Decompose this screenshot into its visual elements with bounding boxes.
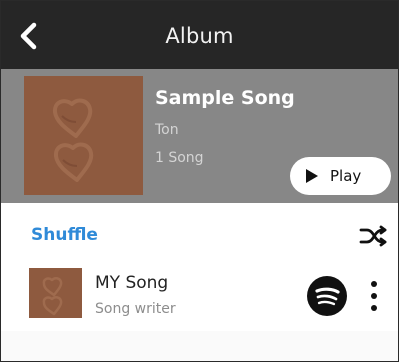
song-list-item[interactable]: MY Song Song writer — [1, 255, 398, 331]
album-song-count: 1 Song — [155, 150, 204, 166]
song-thumbnail — [29, 268, 82, 318]
spotify-icon[interactable] — [307, 276, 347, 316]
album-cover-art — [24, 76, 143, 195]
album-artist: Ton — [155, 122, 179, 138]
song-title: MY Song — [95, 273, 169, 293]
shuffle-button[interactable]: Shuffle — [31, 225, 98, 245]
play-label: Play — [330, 167, 362, 185]
page-title: Album — [165, 24, 234, 48]
heart-artwork-icon — [52, 98, 94, 182]
empty-list-area — [1, 331, 398, 361]
song-writer: Song writer — [95, 301, 176, 317]
shuffle-row: Shuffle — [1, 203, 398, 255]
album-header: Sample Song Ton 1 Song Play — [1, 69, 398, 203]
more-vertical-icon[interactable] — [367, 280, 381, 312]
top-bar: Album — [1, 1, 398, 69]
shuffle-icon[interactable] — [359, 225, 387, 247]
play-icon — [306, 169, 318, 183]
play-button[interactable]: Play — [290, 157, 391, 195]
heart-artwork-icon — [42, 277, 63, 316]
app-frame: Album Sample Song Ton 1 Song Play Shuffl… — [0, 0, 399, 362]
album-title: Sample Song — [155, 87, 295, 109]
